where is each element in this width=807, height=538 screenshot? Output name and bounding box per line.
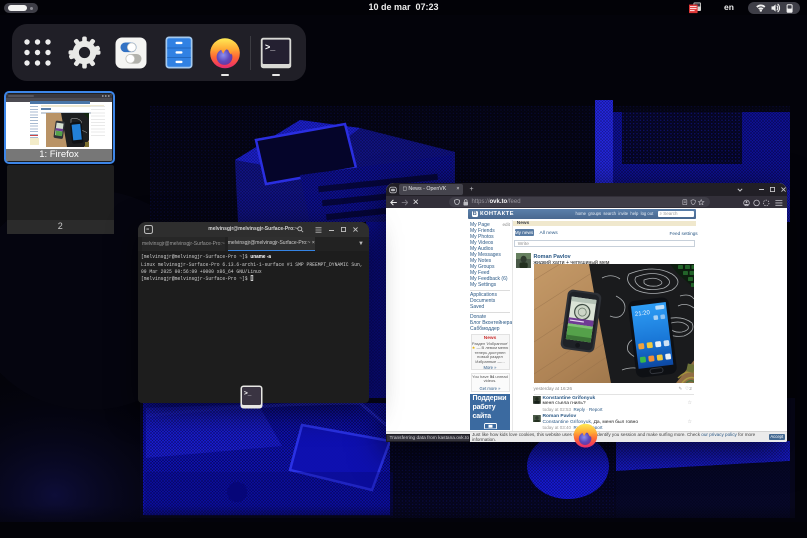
svg-text:>_: >_: [265, 42, 276, 52]
svg-text:>_: >_: [244, 390, 252, 397]
